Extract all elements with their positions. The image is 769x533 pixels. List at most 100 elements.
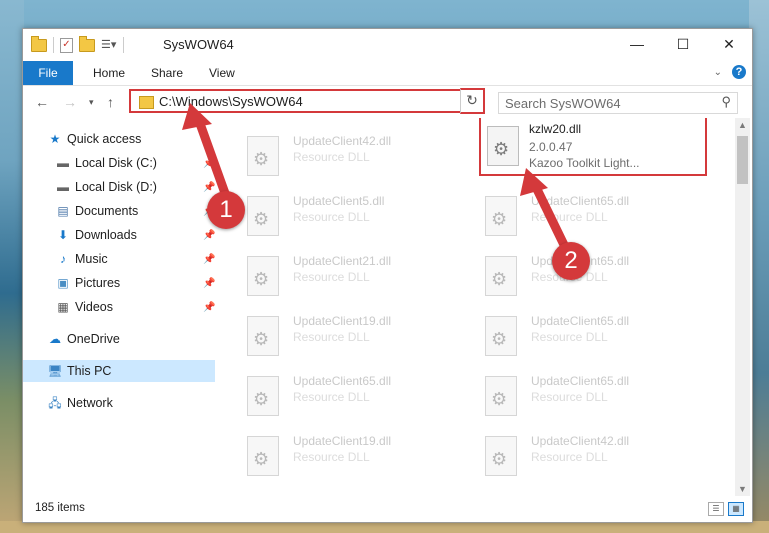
file-tile[interactable]: ⚙ UpdateClient42.dll Resource DLL	[465, 428, 695, 480]
folder-icon	[31, 35, 47, 52]
sidebar-item-onedrive[interactable]: ☁ OneDrive	[23, 328, 215, 350]
vertical-scrollbar[interactable]: ▲ ▼	[735, 118, 750, 496]
sidebar-item-videos[interactable]: ▦ Videos 📌	[23, 296, 215, 318]
pin-icon[interactable]: 📌	[203, 230, 215, 241]
star-icon: ★	[49, 132, 61, 146]
callout-badge-1: 1	[207, 191, 245, 229]
help-icon[interactable]: ?	[732, 65, 746, 79]
sidebar-item-quick-access[interactable]: ★ Quick access	[23, 128, 215, 150]
forward-arrow-icon[interactable]: →	[63, 94, 77, 110]
tab-file[interactable]: File	[23, 61, 73, 85]
scrollbar-thumb[interactable]	[737, 136, 748, 184]
sidebar-item-pictures[interactable]: ▣ Pictures 📌	[23, 272, 215, 294]
item-count: 185 items	[35, 502, 85, 514]
view-toggle: ☰ ▦	[708, 502, 744, 516]
gear-icon: ⚙	[491, 269, 508, 289]
videos-icon: ▦	[57, 300, 69, 314]
sidebar-item-label: Pictures	[75, 276, 121, 290]
gear-icon: ⚙	[253, 269, 270, 289]
file-type: Resource DLL	[531, 210, 608, 224]
dll-file-icon: ⚙	[247, 316, 279, 356]
gear-icon: ⚙	[491, 329, 508, 349]
close-button[interactable]: ✕	[706, 29, 752, 59]
address-bar[interactable]: C:\Windows\SysWOW64 ⌄	[129, 89, 479, 113]
sidebar-item-music[interactable]: ♪ Music 📌	[23, 248, 215, 270]
file-name: UpdateClient65.dll	[531, 314, 630, 328]
refresh-button[interactable]: ↻	[460, 88, 485, 114]
expand-ribbon-chevron-icon[interactable]: ⌄	[714, 67, 722, 78]
sidebar-item-label: Documents	[75, 204, 139, 218]
up-arrow-icon[interactable]: ↑	[107, 94, 114, 110]
file-tile[interactable]: ⚙ UpdateClient65.dll Resource DLL	[465, 188, 695, 240]
address-path[interactable]: C:\Windows\SysWOW64	[159, 94, 303, 109]
file-tile[interactable]: ⚙ UpdateClient21.dll Resource DLL	[227, 248, 457, 300]
music-icon: ♪	[60, 252, 66, 266]
file-name: UpdateClient5.dll	[293, 194, 385, 208]
sidebar-item-network[interactable]: 🖧 Network	[23, 392, 215, 414]
documents-icon: ▤	[57, 204, 69, 218]
file-tile[interactable]: ⚙ UpdateClient65.dll Resource DLL	[465, 368, 695, 420]
folder-icon	[139, 96, 154, 109]
file-type: Resource DLL	[531, 390, 608, 404]
gear-icon: ⚙	[491, 389, 508, 409]
file-type: Resource DLL	[293, 210, 370, 224]
sidebar-item-documents[interactable]: ▤ Documents 📌	[23, 200, 215, 222]
computer-icon: 🖥	[47, 364, 63, 378]
tiles-view-icon[interactable]: ▦	[728, 502, 744, 516]
back-arrow-icon[interactable]: ←	[35, 94, 49, 110]
search-input[interactable]: Search SysWOW64 ⚲	[498, 92, 738, 114]
gear-icon: ⚙	[253, 449, 270, 469]
toolbar-separator	[53, 37, 54, 53]
file-tile[interactable]: ⚙ UpdateClient65.dll Resource DLL	[465, 308, 695, 360]
sidebar-item-this-pc[interactable]: 🖥 This PC	[23, 360, 215, 382]
file-tile[interactable]: ⚙ UpdateClient19.dll Resource DLL	[227, 428, 457, 480]
file-tile[interactable]: ⚙ UpdateClient65.dll Resource DLL	[227, 368, 457, 420]
sidebar-item-label: OneDrive	[67, 332, 120, 346]
maximize-button[interactable]: ☐	[660, 29, 706, 59]
sidebar-item-downloads[interactable]: ⬇ Downloads 📌	[23, 224, 215, 246]
tab-home[interactable]: Home	[93, 61, 125, 85]
sidebar-item-local-disk-c[interactable]: ▬ Local Disk (C:) 📌	[23, 152, 215, 174]
file-type: Resource DLL	[293, 150, 370, 164]
customize-toolbar-icon[interactable]: ☰▾	[101, 39, 117, 51]
file-tile-selected[interactable]: ⚙ kzlw20.dll 2.0.0.47 Kazoo Toolkit Ligh…	[479, 118, 707, 176]
file-type: Resource DLL	[293, 270, 370, 284]
gear-icon: ⚙	[493, 139, 510, 159]
dll-file-icon: ⚙	[485, 376, 517, 416]
pin-icon[interactable]: 📌	[203, 254, 215, 265]
tab-view[interactable]: View	[209, 61, 235, 85]
file-name: UpdateClient65.dll	[293, 374, 392, 388]
explorer-window: ✓ ☰▾ SysWOW64 — ☐ ✕ File Home Share View…	[22, 28, 753, 523]
status-bar: 185 items ☰ ▦	[23, 496, 752, 522]
download-icon: ⬇	[57, 228, 69, 242]
details-view-icon[interactable]: ☰	[708, 502, 724, 516]
file-version: 2.0.0.47	[529, 140, 573, 154]
search-icon[interactable]: ⚲	[721, 94, 731, 110]
cloud-icon: ☁	[49, 332, 61, 346]
file-name: UpdateClient65.dll	[531, 194, 630, 208]
pin-icon[interactable]: 📌	[203, 278, 215, 289]
tab-share[interactable]: Share	[151, 61, 183, 85]
file-name: kzlw20.dll	[529, 122, 582, 136]
recent-locations-chevron-icon[interactable]: ▾	[89, 97, 94, 108]
scroll-down-arrow-icon[interactable]: ▼	[738, 484, 747, 494]
minimize-button[interactable]: —	[614, 29, 660, 59]
quick-access-toolbar: ✓ ☰▾	[31, 35, 124, 53]
file-tile[interactable]: ⚙ UpdateClient19.dll Resource DLL	[227, 308, 457, 360]
file-type: Resource DLL	[531, 450, 608, 464]
gear-icon: ⚙	[491, 209, 508, 229]
properties-check-icon[interactable]: ✓	[60, 37, 73, 53]
scroll-up-arrow-icon[interactable]: ▲	[738, 120, 747, 130]
pin-icon[interactable]: 📌	[203, 158, 215, 169]
sidebar-item-local-disk-d[interactable]: ▬ Local Disk (D:) 📌	[23, 176, 215, 198]
new-folder-icon[interactable]	[79, 35, 95, 52]
window-controls: — ☐ ✕	[614, 29, 752, 59]
file-name: UpdateClient21.dll	[293, 254, 392, 268]
gear-icon: ⚙	[253, 389, 270, 409]
navigation-bar: ← → ▾ ↑ C:\Windows\SysWOW64 ⌄ ↻ Search S…	[23, 86, 752, 118]
pin-icon[interactable]: 📌	[203, 302, 215, 313]
file-tile[interactable]: ⚙ UpdateClient42.dll Resource DLL	[227, 128, 457, 180]
file-tile[interactable]: ⚙ UpdateClient5.dll Resource DLL	[227, 188, 457, 240]
pictures-icon: ▣	[57, 276, 69, 290]
pin-icon[interactable]: 📌	[203, 182, 215, 193]
